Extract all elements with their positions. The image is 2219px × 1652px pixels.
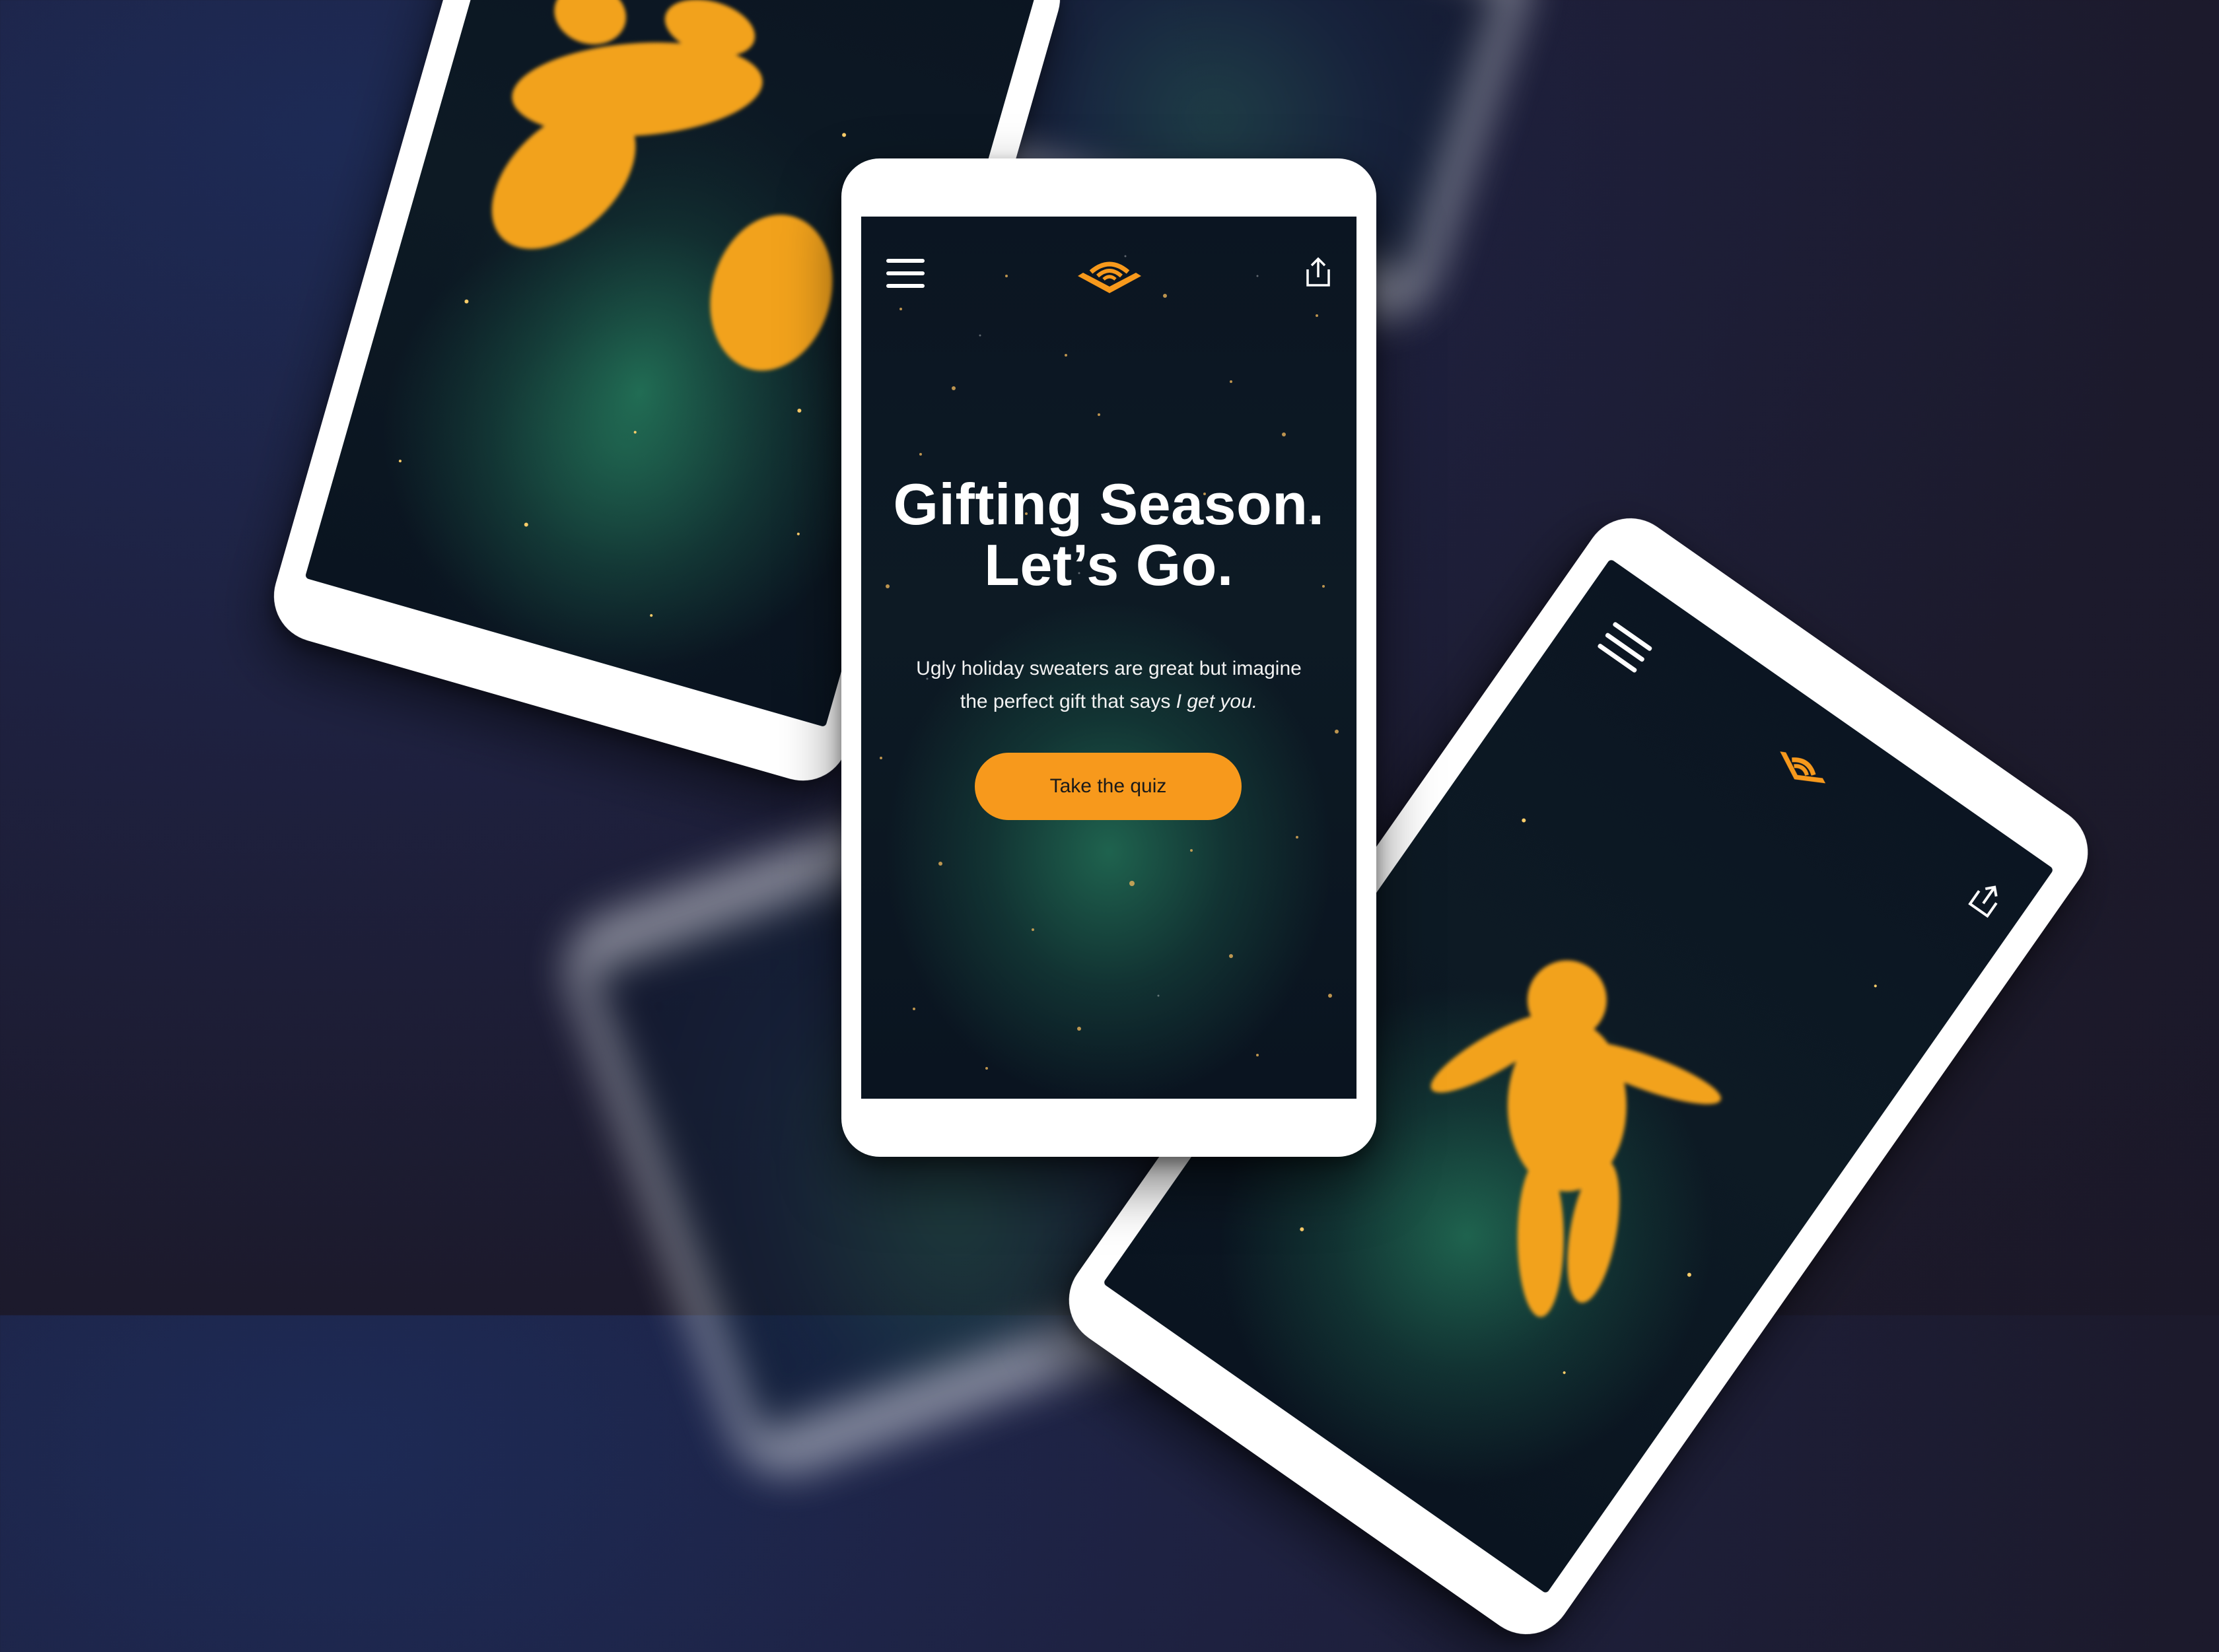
headline-line1: Gifting Season. — [893, 471, 1325, 537]
audible-logo-icon[interactable] — [1075, 254, 1144, 298]
hamburger-menu-icon[interactable] — [886, 258, 926, 289]
share-icon[interactable] — [1304, 255, 1333, 289]
center-phone: Gifting Season. Let’s Go. Ugly holiday s… — [841, 158, 1376, 1157]
hamburger-menu-icon[interactable] — [1595, 619, 1654, 676]
center-phone-screen: Gifting Season. Let’s Go. Ugly holiday s… — [861, 217, 1356, 1099]
subcopy: Ugly holiday sweaters are great but imag… — [901, 652, 1317, 718]
share-icon[interactable] — [1965, 877, 2008, 922]
subcopy-emphasis: I get you. — [1176, 691, 1258, 712]
audible-logo-icon[interactable] — [1761, 737, 1838, 808]
headline: Gifting Season. Let’s Go. — [861, 474, 1356, 596]
take-the-quiz-button[interactable]: Take the quiz — [975, 753, 1242, 820]
headline-line2: Let’s Go. — [984, 532, 1234, 598]
